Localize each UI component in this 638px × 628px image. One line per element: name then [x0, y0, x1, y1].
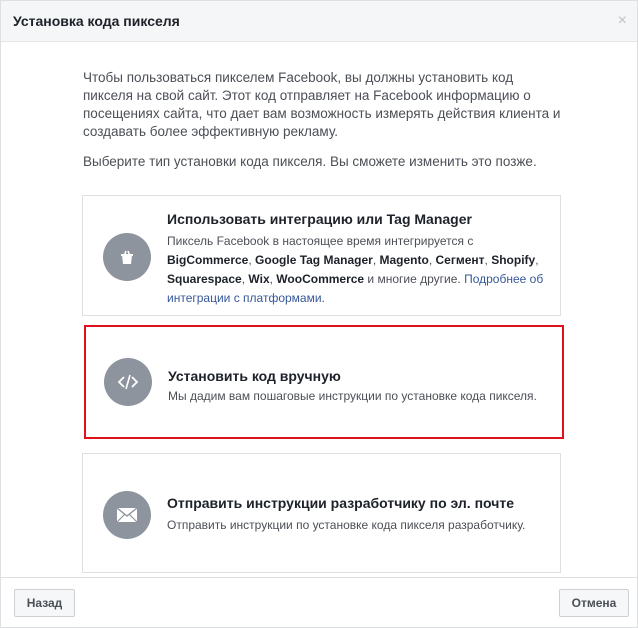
option-description: Пиксель Facebook в настоящее время интег…	[167, 234, 544, 305]
option-manual-card[interactable]: Установить код вручную Мы дадим вам поша…	[84, 325, 564, 439]
shopping-bag-icon	[103, 233, 151, 281]
option-integration-card[interactable]: Использовать интеграцию или Tag Manager …	[82, 195, 561, 316]
platform-name: Сегмент	[435, 253, 485, 267]
option-email-card[interactable]: Отправить инструкции разработчику по эл.…	[82, 453, 561, 573]
desc-end: .	[321, 291, 325, 305]
platform-name: WooCommerce	[276, 272, 365, 286]
option-title: Отправить инструкции разработчику по эл.…	[167, 495, 514, 511]
pixel-install-dialog: Установка кода пикселя × Чтобы пользоват…	[0, 0, 638, 628]
close-icon[interactable]: ×	[618, 12, 627, 30]
choose-text: Выберите тип установки кода пикселя. Вы …	[83, 154, 537, 169]
dialog-header: Установка кода пикселя ×	[1, 1, 637, 42]
option-description: Мы дадим вам пошаговые инструкции по уст…	[168, 389, 537, 403]
back-button[interactable]: Назад	[14, 589, 75, 617]
platform-name: Magento	[379, 253, 429, 267]
intro-text: Чтобы пользоваться пикселем Facebook, вы…	[83, 70, 561, 139]
platform-name: Wix	[248, 272, 270, 286]
option-title: Использовать интеграцию или Tag Manager	[167, 211, 472, 227]
footer-divider	[1, 577, 637, 578]
desc-prefix: Пиксель Facebook в настоящее время интег…	[167, 234, 474, 248]
desc-suffix: и многие другие.	[364, 272, 465, 286]
envelope-icon	[103, 491, 151, 539]
option-title: Установить код вручную	[168, 368, 341, 384]
option-description: Отправить инструкции по установке кода п…	[167, 518, 526, 532]
platform-name: Google Tag Manager	[255, 253, 373, 267]
cancel-button[interactable]: Отмена	[559, 589, 629, 617]
platform-name: Shopify	[491, 253, 536, 267]
platform-name: Squarespace	[167, 272, 242, 286]
code-icon	[104, 358, 152, 406]
dialog-title: Установка кода пикселя	[13, 13, 180, 29]
platform-name: BigCommerce	[167, 253, 249, 267]
